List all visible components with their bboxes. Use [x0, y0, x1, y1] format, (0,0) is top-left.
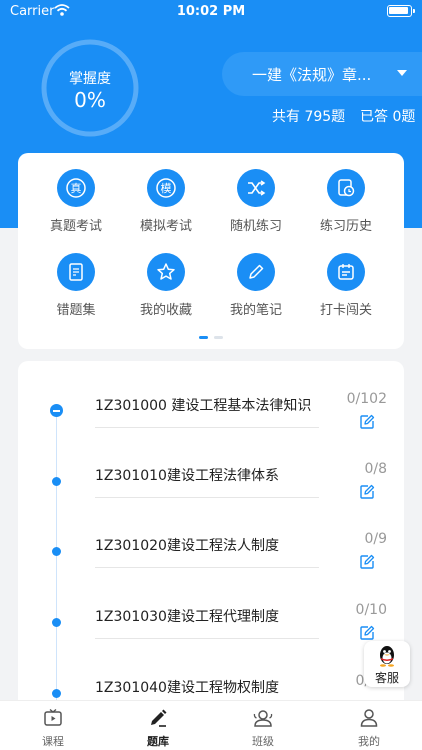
history-icon — [327, 169, 365, 207]
timeline-dot — [52, 689, 61, 698]
divider — [95, 567, 319, 568]
chapter-count: 0/10 — [355, 602, 387, 618]
tab-bar: 课程 题库 班级 我的 — [0, 700, 422, 750]
timeline-dot — [52, 477, 61, 486]
chapter-row[interactable]: 1Z301000 建设工程基本法律知识 0/102 — [18, 381, 404, 451]
chapter-title: 1Z301010建设工程法律体系 — [95, 468, 279, 484]
feature-grid: 真 真题考试 模 模拟考试 随机练习 练习历史 错题集 我的收藏 我的笔记 打卡… — [18, 153, 404, 349]
grid-item-label: 模拟考试 — [139, 219, 192, 234]
caret-down-icon — [397, 70, 407, 76]
status-bar: Carrier 10:02 PM — [0, 0, 422, 24]
chapter-row[interactable]: 1Z301030建设工程代理制度 0/10 — [18, 592, 404, 662]
grid-item-past-exams[interactable]: 真 真题考试 — [36, 169, 116, 234]
grid-item-label: 打卡闯关 — [319, 303, 372, 318]
grid-item-random-practice[interactable]: 随机练习 — [216, 169, 296, 234]
edit-icon[interactable] — [359, 484, 375, 500]
person-icon — [360, 709, 378, 727]
tab-label: 题库 — [147, 735, 169, 748]
chapter-count: 0/102 — [346, 391, 387, 407]
collapse-icon[interactable] — [50, 404, 63, 417]
chapter-count: 0/8 — [364, 461, 387, 477]
answered-question-count: 已答 0题 — [360, 109, 416, 125]
edit-icon[interactable] — [359, 554, 375, 570]
battery-icon — [387, 5, 415, 17]
subject-selector-label: 一建《法规》章... — [252, 66, 372, 84]
page-dot-active — [199, 336, 208, 339]
divider — [95, 638, 319, 639]
group-icon — [253, 710, 273, 727]
grid-item-label: 我的笔记 — [229, 303, 282, 318]
tab-label: 班级 — [252, 735, 274, 748]
customer-service-label: 客服 — [374, 671, 399, 685]
grid-item-label: 我的收藏 — [139, 303, 192, 318]
tab-class[interactable]: 班级 — [210, 701, 316, 750]
grid-item-mock-exams[interactable]: 模 模拟考试 — [126, 169, 206, 234]
calendar-icon — [327, 253, 365, 291]
tab-profile[interactable]: 我的 — [316, 701, 422, 750]
star-icon — [147, 253, 185, 291]
customer-service-button[interactable]: 客服 — [364, 641, 410, 687]
grid-item-checkin[interactable]: 打卡闯关 — [306, 253, 386, 318]
grid-item-wrong-questions[interactable]: 错题集 — [36, 253, 116, 318]
grid-item-notes[interactable]: 我的笔记 — [216, 253, 296, 318]
timeline-dot — [52, 618, 61, 627]
grid-item-practice-history[interactable]: 练习历史 — [306, 169, 386, 234]
subject-selector[interactable]: 一建《法规》章... — [222, 52, 422, 96]
video-icon — [44, 708, 62, 726]
page-indicator — [18, 336, 404, 339]
chapter-row[interactable]: 1Z301010建设工程法律体系 0/8 — [18, 451, 404, 521]
zhen-icon: 真 — [57, 169, 95, 207]
timeline-dot — [52, 547, 61, 556]
grid-item-favorites[interactable]: 我的收藏 — [126, 253, 206, 318]
chapter-title: 1Z301040建设工程物权制度 — [95, 680, 279, 696]
tab-label: 我的 — [358, 735, 380, 748]
page-dot — [214, 336, 223, 339]
chapter-title: 1Z301030建设工程代理制度 — [95, 609, 279, 625]
pencil-icon — [237, 253, 275, 291]
wrong-notebook-icon — [57, 253, 95, 291]
chapter-list: 1Z301000 建设工程基本法律知识 0/102 1Z301010建设工程法律… — [18, 361, 404, 721]
grid-item-label: 错题集 — [56, 303, 96, 318]
divider — [95, 497, 319, 498]
mastery-value: 0% — [74, 88, 106, 112]
tab-label: 课程 — [42, 735, 64, 748]
grid-item-label: 真题考试 — [49, 219, 102, 234]
clock: 10:02 PM — [176, 4, 246, 19]
chapter-title: 1Z301000 建设工程基本法律知识 — [95, 398, 312, 414]
grid-item-label: 练习历史 — [319, 219, 372, 234]
mastery-label: 掌握度 — [69, 71, 111, 87]
penguin-icon — [380, 646, 394, 667]
grid-item-label: 随机练习 — [229, 219, 282, 234]
chapter-row[interactable]: 1Z301020建设工程法人制度 0/9 — [18, 521, 404, 591]
pen-icon — [151, 709, 167, 727]
divider — [95, 427, 319, 428]
tab-question-bank[interactable]: 题库 — [105, 701, 211, 750]
tab-courses[interactable]: 课程 — [0, 701, 106, 750]
chapter-count: 0/9 — [364, 531, 387, 547]
edit-icon[interactable] — [359, 414, 375, 430]
mo-icon: 模 — [147, 169, 185, 207]
edit-icon[interactable] — [359, 625, 375, 641]
shuffle-icon — [237, 169, 275, 207]
total-question-count: 共有 795题 — [272, 109, 346, 125]
chapter-title: 1Z301020建设工程法人制度 — [95, 538, 279, 554]
